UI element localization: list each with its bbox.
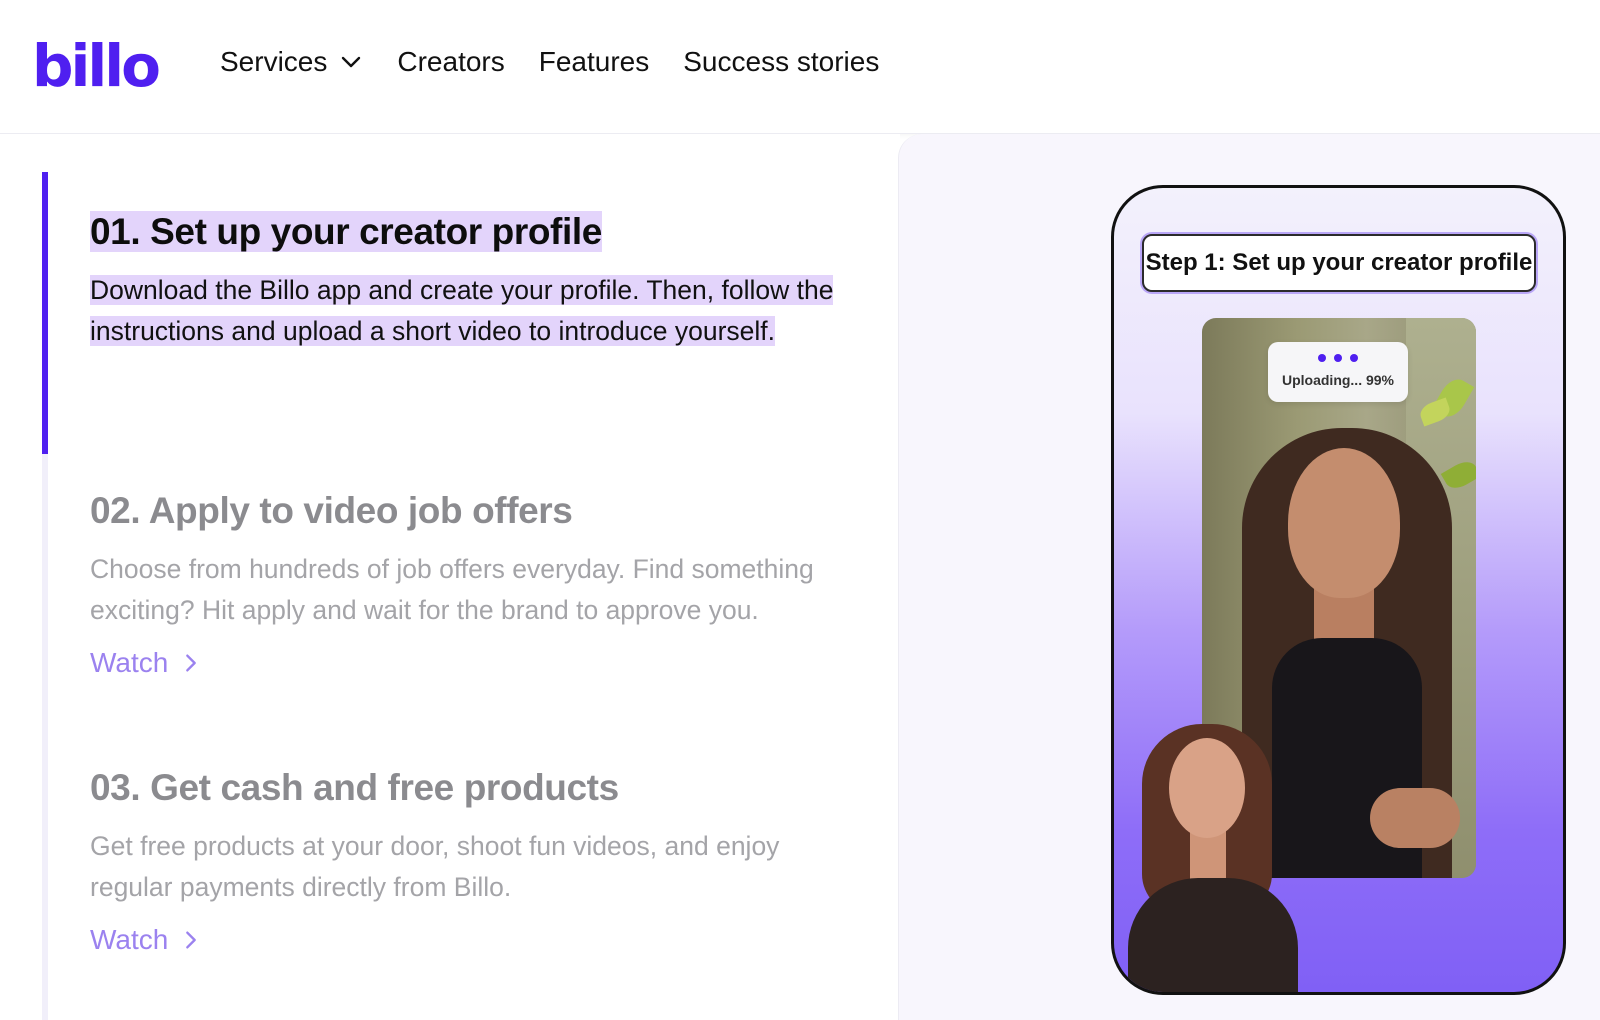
- nav-creators[interactable]: Creators: [397, 46, 504, 78]
- step-1[interactable]: 01. Set up your creator profile Download…: [90, 208, 850, 352]
- step-2-title: 02. Apply to video job offers: [90, 490, 573, 531]
- watch-label: Watch: [90, 647, 169, 678]
- step-1-title: 01. Set up your creator profile: [90, 211, 602, 252]
- step-3-watch-link[interactable]: Watch: [90, 924, 202, 956]
- presenter-overlay: [1114, 708, 1314, 992]
- chevron-right-icon: [186, 654, 197, 672]
- billo-logo[interactable]: billo: [32, 32, 168, 100]
- step-2[interactable]: 02. Apply to video job offers Choose fro…: [90, 487, 850, 679]
- presenter-figure: [1128, 878, 1298, 992]
- step-2-watch-link[interactable]: Watch: [90, 647, 202, 679]
- phone-step-label: Step 1: Set up your creator profile: [1142, 234, 1536, 292]
- step-2-description: Choose from hundreds of job offers every…: [90, 554, 814, 625]
- step-3-description: Get free products at your door, shoot fu…: [90, 831, 780, 902]
- steps-section: 01. Set up your creator profile Download…: [0, 134, 900, 1020]
- nav-features-label: Features: [538, 46, 650, 77]
- presenter-figure: [1169, 738, 1245, 838]
- upload-status-text: Uploading... 99%: [1281, 372, 1394, 388]
- billo-logo-mark: billo: [32, 32, 162, 100]
- svg-text:billo: billo: [32, 36, 159, 92]
- loading-dots-icon: [1318, 354, 1358, 362]
- main-nav: Services Creators Features Success stori…: [220, 46, 879, 78]
- chevron-right-icon: [186, 931, 197, 949]
- progress-track-active: [42, 172, 48, 454]
- step-3[interactable]: 03. Get cash and free products Get free …: [90, 764, 850, 956]
- nav-services[interactable]: Services: [220, 46, 363, 78]
- creator-figure: [1370, 788, 1460, 848]
- nav-features[interactable]: Features: [539, 46, 650, 78]
- nav-services-label: Services: [220, 46, 328, 77]
- step-3-title: 03. Get cash and free products: [90, 767, 619, 808]
- chevron-down-icon: [342, 56, 361, 68]
- step-1-description: Download the Billo app and create your p…: [90, 275, 834, 346]
- nav-creators-label: Creators: [397, 46, 505, 77]
- creator-figure: [1288, 448, 1400, 598]
- upload-status-card: Uploading... 99%: [1268, 342, 1408, 402]
- phone-mockup: Step 1: Set up your creator profile Uplo…: [1111, 185, 1566, 995]
- nav-success-stories-label: Success stories: [683, 46, 880, 77]
- watch-label: Watch: [90, 924, 169, 955]
- nav-success-stories[interactable]: Success stories: [683, 46, 879, 78]
- site-header: billo Services Creators Features Success…: [0, 0, 1600, 134]
